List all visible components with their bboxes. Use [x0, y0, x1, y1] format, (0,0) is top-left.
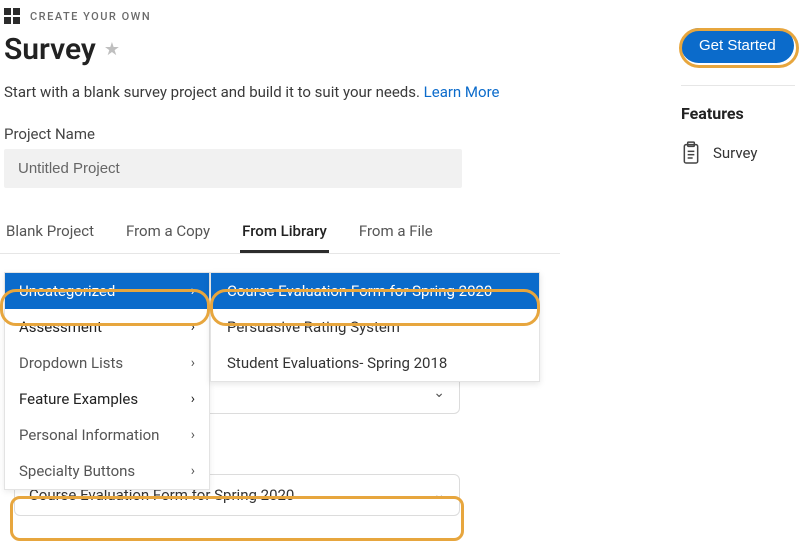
favorite-star-icon[interactable]: ★ [104, 39, 120, 60]
category-label: Feature Examples [19, 390, 138, 408]
breadcrumb-text: CREATE YOUR OWN [30, 10, 151, 23]
chevron-right-icon: › [191, 355, 195, 371]
category-item-specialty-buttons[interactable]: Specialty Buttons › [5, 453, 209, 489]
right-panel: Get Started Features Survey [681, 28, 795, 165]
chevron-down-icon: ⌄ [433, 487, 445, 503]
get-started-button[interactable]: Get Started [681, 28, 794, 63]
category-label: Specialty Buttons [19, 462, 135, 480]
tab-from-library[interactable]: From Library [240, 212, 329, 253]
features-heading: Features [681, 104, 744, 123]
chevron-right-icon: › [191, 391, 195, 407]
description-text: Start with a blank survey project and bu… [4, 83, 424, 101]
category-item-personal-information[interactable]: Personal Information › [5, 417, 209, 453]
category-menu: Uncategorized › Assessment › Dropdown Li… [4, 272, 210, 490]
chevron-right-icon: › [191, 463, 195, 479]
tab-blank-project[interactable]: Blank Project [4, 212, 96, 253]
category-item-assessment[interactable]: Assessment › [5, 309, 209, 345]
feature-survey-label: Survey [713, 144, 758, 162]
chevron-right-icon: › [191, 283, 195, 299]
learn-more-link[interactable]: Learn More [424, 83, 500, 101]
project-name-input[interactable] [4, 149, 462, 188]
category-item-dropdown-lists[interactable]: Dropdown Lists › [5, 345, 209, 381]
template-item-persuasive-rating[interactable]: Persuasive Rating System [211, 309, 539, 345]
template-menu: Course Evaluation Form for Spring 2020 P… [210, 272, 540, 382]
category-item-feature-examples[interactable]: Feature Examples › [5, 381, 209, 417]
clipboard-icon [681, 141, 701, 165]
app-grid-icon [4, 8, 20, 24]
library-picker-area: tte College ⌄ Uncategorized › Assessment… [0, 254, 807, 266]
template-item-course-eval-2020[interactable]: Course Evaluation Form for Spring 2020 [211, 273, 539, 309]
chevron-right-icon: › [191, 427, 195, 443]
category-label: Uncategorized [19, 282, 115, 300]
tab-from-file[interactable]: From a File [357, 212, 435, 253]
tab-from-copy[interactable]: From a Copy [124, 212, 212, 253]
category-item-uncategorized[interactable]: Uncategorized › [5, 273, 209, 309]
feature-survey-row: Survey [681, 141, 758, 165]
source-tabs: Blank Project From a Copy From Library F… [0, 212, 560, 254]
category-label: Dropdown Lists [19, 354, 123, 372]
divider [681, 85, 795, 86]
chevron-right-icon: › [191, 319, 195, 335]
chevron-down-icon: ⌄ [433, 385, 445, 401]
breadcrumb: CREATE YOUR OWN [0, 0, 807, 28]
category-label: Assessment [19, 318, 102, 336]
category-label: Personal Information [19, 426, 159, 444]
page-title: Survey [4, 32, 96, 67]
template-item-student-eval-2018[interactable]: Student Evaluations- Spring 2018 [211, 345, 539, 381]
